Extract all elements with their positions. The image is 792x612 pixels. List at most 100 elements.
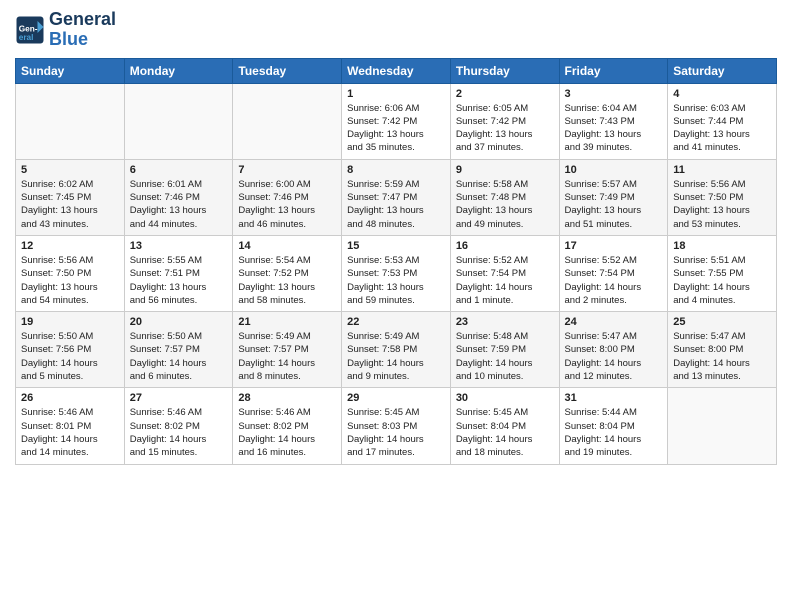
calendar-cell: 4 Sunrise: 6:03 AM Sunset: 7:44 PM Daylig… bbox=[668, 83, 777, 159]
calendar-cell: 6 Sunrise: 6:01 AM Sunset: 7:46 PM Daylig… bbox=[124, 159, 233, 235]
day-number: 4 bbox=[673, 88, 771, 100]
day-number: 2 bbox=[456, 88, 554, 100]
calendar-cell: 17 Sunrise: 5:52 AM Sunset: 7:54 PM Dayli… bbox=[559, 235, 668, 311]
day-info: Sunrise: 5:48 AM Sunset: 7:59 PM Dayligh… bbox=[456, 330, 554, 383]
day-number: 17 bbox=[565, 240, 663, 252]
week-row-5: 26 Sunrise: 5:46 AM Sunset: 8:01 PM Dayli… bbox=[16, 388, 777, 464]
day-number: 5 bbox=[21, 164, 119, 176]
day-number: 15 bbox=[347, 240, 445, 252]
week-row-1: 1Sunrise: 6:06 AM Sunset: 7:42 PM Daylig… bbox=[16, 83, 777, 159]
calendar-cell: 5Sunrise: 6:02 AM Sunset: 7:45 PM Daylig… bbox=[16, 159, 125, 235]
week-row-2: 5Sunrise: 6:02 AM Sunset: 7:45 PM Daylig… bbox=[16, 159, 777, 235]
calendar-cell: 19Sunrise: 5:50 AM Sunset: 7:56 PM Dayli… bbox=[16, 312, 125, 388]
day-number: 21 bbox=[238, 316, 336, 328]
calendar-cell: 11Sunrise: 5:56 AM Sunset: 7:50 PM Dayli… bbox=[668, 159, 777, 235]
calendar-cell: 2 Sunrise: 6:05 AM Sunset: 7:42 PM Daylig… bbox=[450, 83, 559, 159]
day-info: Sunrise: 5:53 AM Sunset: 7:53 PM Dayligh… bbox=[347, 254, 445, 307]
weekday-header-friday: Friday bbox=[559, 58, 668, 83]
day-info: Sunrise: 5:49 AM Sunset: 7:57 PM Dayligh… bbox=[238, 330, 336, 383]
day-info: Sunrise: 5:59 AM Sunset: 7:47 PM Dayligh… bbox=[347, 178, 445, 231]
day-number: 9 bbox=[456, 164, 554, 176]
calendar-cell: 27 Sunrise: 5:46 AM Sunset: 8:02 PM Dayli… bbox=[124, 388, 233, 464]
day-number: 18 bbox=[673, 240, 771, 252]
calendar-cell: 30 Sunrise: 5:45 AM Sunset: 8:04 PM Dayli… bbox=[450, 388, 559, 464]
calendar-container: Gen- eral General Blue SundayMondayTuesd… bbox=[0, 0, 792, 475]
day-number: 27 bbox=[130, 392, 228, 404]
calendar-cell bbox=[16, 83, 125, 159]
weekday-header-monday: Monday bbox=[124, 58, 233, 83]
calendar-cell: 18 Sunrise: 5:51 AM Sunset: 7:55 PM Dayli… bbox=[668, 235, 777, 311]
day-info: Sunrise: 5:45 AM Sunset: 8:04 PM Dayligh… bbox=[456, 406, 554, 459]
day-info: Sunrise: 5:52 AM Sunset: 7:54 PM Dayligh… bbox=[456, 254, 554, 307]
calendar-cell: 24Sunrise: 5:47 AM Sunset: 8:00 PM Dayli… bbox=[559, 312, 668, 388]
calendar-cell: 21 Sunrise: 5:49 AM Sunset: 7:57 PM Dayli… bbox=[233, 312, 342, 388]
header: Gen- eral General Blue bbox=[15, 10, 777, 50]
calendar-cell: 8 Sunrise: 5:59 AM Sunset: 7:47 PM Daylig… bbox=[342, 159, 451, 235]
day-info: Sunrise: 5:55 AM Sunset: 7:51 PM Dayligh… bbox=[130, 254, 228, 307]
day-number: 30 bbox=[456, 392, 554, 404]
calendar-cell: 20Sunrise: 5:50 AM Sunset: 7:57 PM Dayli… bbox=[124, 312, 233, 388]
weekday-header-tuesday: Tuesday bbox=[233, 58, 342, 83]
day-number: 25 bbox=[673, 316, 771, 328]
day-info: Sunrise: 5:49 AM Sunset: 7:58 PM Dayligh… bbox=[347, 330, 445, 383]
calendar-cell: 3Sunrise: 6:04 AM Sunset: 7:43 PM Daylig… bbox=[559, 83, 668, 159]
day-info: Sunrise: 5:47 AM Sunset: 8:00 PM Dayligh… bbox=[565, 330, 663, 383]
calendar-cell: 26 Sunrise: 5:46 AM Sunset: 8:01 PM Dayli… bbox=[16, 388, 125, 464]
day-number: 13 bbox=[130, 240, 228, 252]
weekday-header-sunday: Sunday bbox=[16, 58, 125, 83]
week-row-4: 19Sunrise: 5:50 AM Sunset: 7:56 PM Dayli… bbox=[16, 312, 777, 388]
week-row-3: 12Sunrise: 5:56 AM Sunset: 7:50 PM Dayli… bbox=[16, 235, 777, 311]
calendar-table: SundayMondayTuesdayWednesdayThursdayFrid… bbox=[15, 58, 777, 465]
calendar-cell: 23 Sunrise: 5:48 AM Sunset: 7:59 PM Dayli… bbox=[450, 312, 559, 388]
day-info: Sunrise: 5:52 AM Sunset: 7:54 PM Dayligh… bbox=[565, 254, 663, 307]
calendar-cell bbox=[233, 83, 342, 159]
calendar-cell: 7 Sunrise: 6:00 AM Sunset: 7:46 PM Daylig… bbox=[233, 159, 342, 235]
day-info: Sunrise: 6:06 AM Sunset: 7:42 PM Dayligh… bbox=[347, 102, 445, 155]
calendar-cell: 22 Sunrise: 5:49 AM Sunset: 7:58 PM Dayli… bbox=[342, 312, 451, 388]
day-number: 22 bbox=[347, 316, 445, 328]
day-info: Sunrise: 5:45 AM Sunset: 8:03 PM Dayligh… bbox=[347, 406, 445, 459]
calendar-cell: 15 Sunrise: 5:53 AM Sunset: 7:53 PM Dayli… bbox=[342, 235, 451, 311]
weekday-header-wednesday: Wednesday bbox=[342, 58, 451, 83]
weekday-header-thursday: Thursday bbox=[450, 58, 559, 83]
svg-text:eral: eral bbox=[19, 33, 34, 42]
logo: Gen- eral General Blue bbox=[15, 10, 116, 50]
weekday-header-row: SundayMondayTuesdayWednesdayThursdayFrid… bbox=[16, 58, 777, 83]
day-info: Sunrise: 5:58 AM Sunset: 7:48 PM Dayligh… bbox=[456, 178, 554, 231]
day-info: Sunrise: 5:46 AM Sunset: 8:02 PM Dayligh… bbox=[238, 406, 336, 459]
day-info: Sunrise: 5:46 AM Sunset: 8:02 PM Dayligh… bbox=[130, 406, 228, 459]
day-number: 16 bbox=[456, 240, 554, 252]
day-number: 23 bbox=[456, 316, 554, 328]
day-number: 8 bbox=[347, 164, 445, 176]
day-info: Sunrise: 6:05 AM Sunset: 7:42 PM Dayligh… bbox=[456, 102, 554, 155]
calendar-cell: 13 Sunrise: 5:55 AM Sunset: 7:51 PM Dayli… bbox=[124, 235, 233, 311]
day-number: 3 bbox=[565, 88, 663, 100]
day-info: Sunrise: 5:56 AM Sunset: 7:50 PM Dayligh… bbox=[21, 254, 119, 307]
day-info: Sunrise: 5:57 AM Sunset: 7:49 PM Dayligh… bbox=[565, 178, 663, 231]
day-info: Sunrise: 5:51 AM Sunset: 7:55 PM Dayligh… bbox=[673, 254, 771, 307]
day-info: Sunrise: 6:01 AM Sunset: 7:46 PM Dayligh… bbox=[130, 178, 228, 231]
logo-icon: Gen- eral bbox=[15, 15, 45, 45]
calendar-cell: 14Sunrise: 5:54 AM Sunset: 7:52 PM Dayli… bbox=[233, 235, 342, 311]
calendar-cell: 10 Sunrise: 5:57 AM Sunset: 7:49 PM Dayli… bbox=[559, 159, 668, 235]
day-number: 31 bbox=[565, 392, 663, 404]
day-number: 26 bbox=[21, 392, 119, 404]
calendar-cell: 25 Sunrise: 5:47 AM Sunset: 8:00 PM Dayli… bbox=[668, 312, 777, 388]
day-info: Sunrise: 5:44 AM Sunset: 8:04 PM Dayligh… bbox=[565, 406, 663, 459]
day-info: Sunrise: 5:50 AM Sunset: 7:57 PM Dayligh… bbox=[130, 330, 228, 383]
day-info: Sunrise: 6:00 AM Sunset: 7:46 PM Dayligh… bbox=[238, 178, 336, 231]
day-number: 10 bbox=[565, 164, 663, 176]
calendar-cell bbox=[668, 388, 777, 464]
day-info: Sunrise: 5:47 AM Sunset: 8:00 PM Dayligh… bbox=[673, 330, 771, 383]
day-info: Sunrise: 6:03 AM Sunset: 7:44 PM Dayligh… bbox=[673, 102, 771, 155]
calendar-cell: 29 Sunrise: 5:45 AM Sunset: 8:03 PM Dayli… bbox=[342, 388, 451, 464]
day-number: 11 bbox=[673, 164, 771, 176]
day-number: 29 bbox=[347, 392, 445, 404]
day-number: 6 bbox=[130, 164, 228, 176]
calendar-cell: 16 Sunrise: 5:52 AM Sunset: 7:54 PM Dayli… bbox=[450, 235, 559, 311]
weekday-header-saturday: Saturday bbox=[668, 58, 777, 83]
day-number: 7 bbox=[238, 164, 336, 176]
day-info: Sunrise: 5:46 AM Sunset: 8:01 PM Dayligh… bbox=[21, 406, 119, 459]
calendar-cell: 12Sunrise: 5:56 AM Sunset: 7:50 PM Dayli… bbox=[16, 235, 125, 311]
day-number: 28 bbox=[238, 392, 336, 404]
